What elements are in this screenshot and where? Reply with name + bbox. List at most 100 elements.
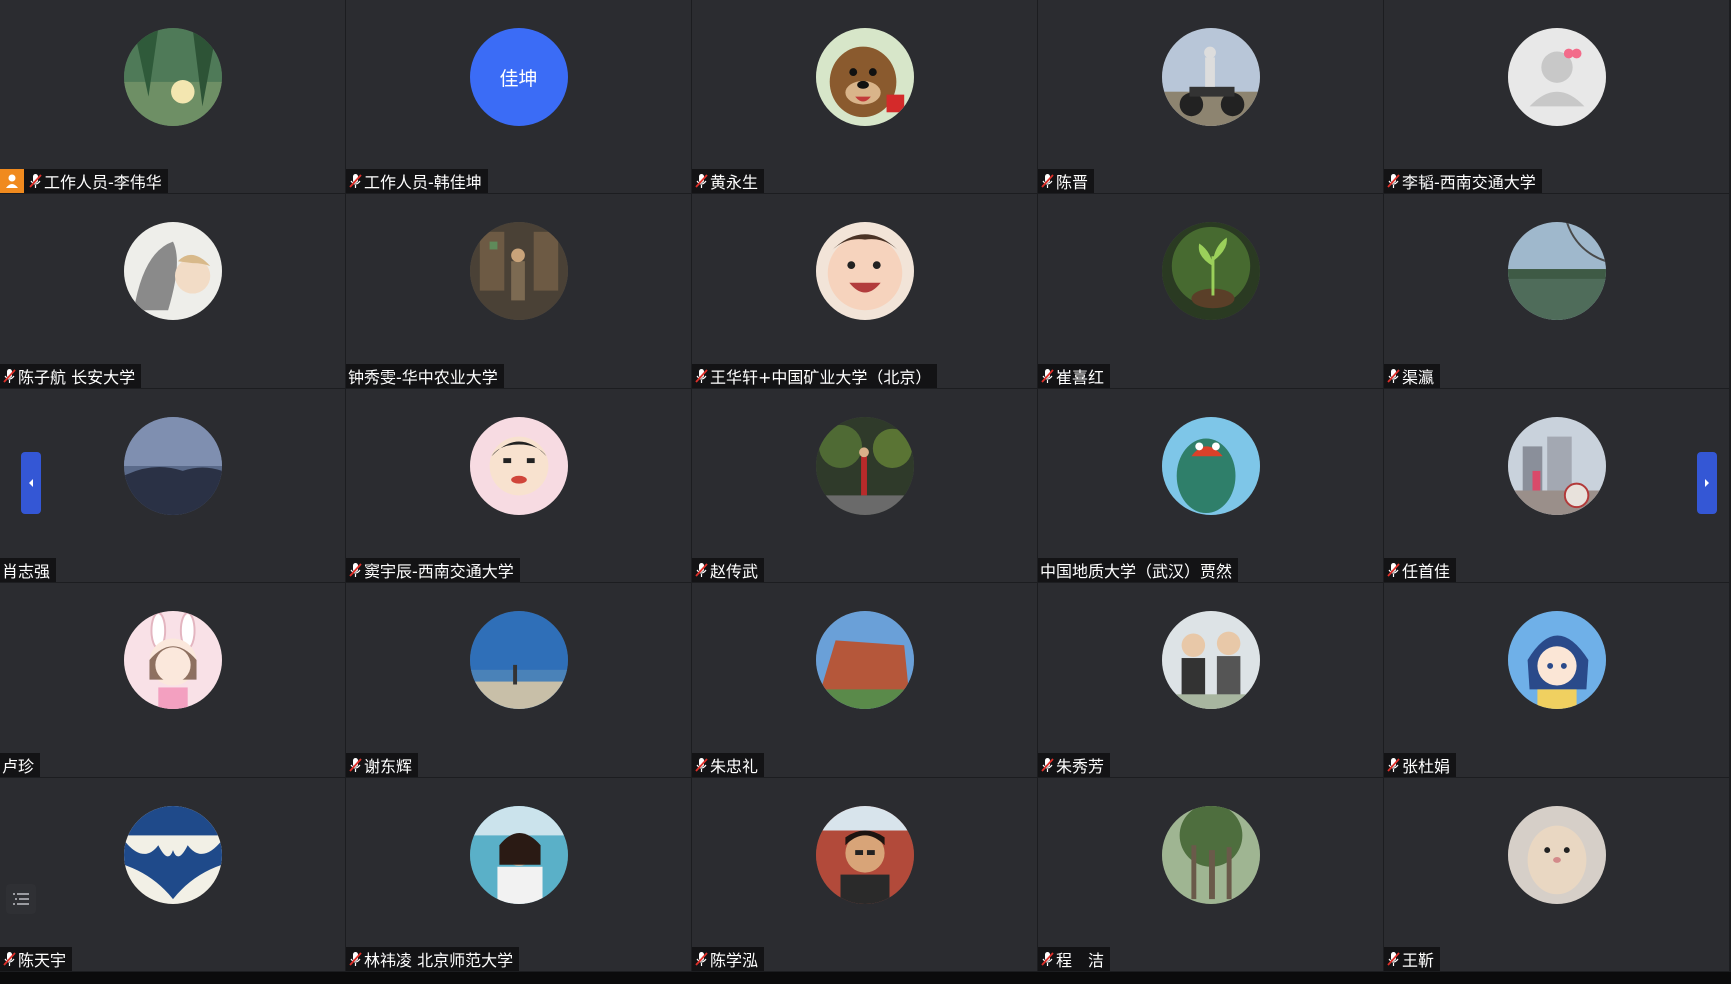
avatar: [1161, 28, 1260, 126]
avatar: [1507, 28, 1606, 126]
participant-tile[interactable]: 朱秀芳: [1038, 583, 1384, 778]
participant-tile[interactable]: 程 洁: [1038, 777, 1384, 972]
participant-name-label: 林祎凌 北京师范大学: [346, 946, 520, 971]
avatar: [1161, 416, 1260, 515]
participant-name-label: 王华轩+中国矿业大学（北京）: [692, 363, 938, 388]
participant-tile[interactable]: 赵传武: [692, 388, 1038, 584]
participant-name: 赵传武: [710, 562, 759, 582]
microphone-muted-icon: [1041, 368, 1054, 383]
participant-name-label: 朱忠礼: [692, 752, 765, 777]
participant-name-label: 王靳: [1384, 946, 1441, 971]
participant-tile[interactable]: 窦宇辰-西南交通大学: [346, 388, 692, 584]
avatar: 佳坤: [469, 28, 568, 126]
avatar: [1161, 222, 1260, 321]
participant-name-label: 任首佳: [1384, 558, 1457, 583]
microphone-muted-icon: [1041, 757, 1054, 772]
participant-name-label: 窦宇辰-西南交通大学: [346, 558, 520, 583]
participant-name: 张杜娟: [1402, 756, 1451, 776]
avatar: [815, 222, 914, 321]
participant-name-label: 肖志强: [0, 558, 57, 583]
participant-name-label: 陈子航 长安大学: [0, 363, 142, 388]
participant-name: 王靳: [1402, 950, 1435, 970]
participant-tile[interactable]: 陈天宇: [0, 777, 346, 972]
microphone-muted-icon: [695, 951, 708, 966]
participant-tile[interactable]: 崔喜红: [1038, 194, 1384, 389]
participant-name-label: 李韬-西南交通大学: [1384, 169, 1542, 194]
avatar: [469, 222, 568, 321]
participant-name: 陈晋: [1056, 173, 1089, 193]
participant-tile[interactable]: 渠瀛: [1384, 194, 1730, 389]
participant-list-button[interactable]: [6, 884, 36, 914]
participant-name: 工作人员-韩佳坤: [364, 173, 482, 193]
participant-name: 工作人员-李伟华: [44, 173, 162, 193]
participant-tile[interactable]: 黄永生: [692, 0, 1038, 195]
participant-tile[interactable]: 谢东辉: [346, 583, 692, 778]
avatar: [469, 805, 568, 904]
participant-name-label: 渠瀛: [1384, 363, 1441, 388]
participant-name-label: 张杜娟: [1384, 752, 1457, 777]
avatar: [1507, 805, 1606, 904]
participant-name: 朱秀芳: [1056, 756, 1105, 776]
microphone-muted-icon: [1387, 757, 1400, 772]
participant-name: 窦宇辰-西南交通大学: [364, 562, 514, 582]
participant-tile[interactable]: 林祎凌 北京师范大学: [346, 777, 692, 972]
host-user-icon: [0, 169, 24, 194]
previous-page-button[interactable]: [21, 452, 41, 514]
participant-tile[interactable]: 张杜娟: [1384, 583, 1730, 778]
participant-name-label: 谢东辉: [346, 752, 419, 777]
participant-name-label: 赵传武: [692, 558, 765, 583]
video-conference-gallery: 工作人员-李伟华 佳坤 工作人员-韩佳坤 黄永生 陈晋 李韬-西南交通大学 陈子航 长安大学…: [0, 0, 1731, 984]
microphone-muted-icon: [1387, 368, 1400, 383]
participant-tile[interactable]: 朱忠礼: [692, 583, 1038, 778]
microphone-muted-icon: [1387, 174, 1400, 189]
participant-name: 李韬-西南交通大学: [1402, 173, 1536, 193]
participant-tile[interactable]: 卢珍: [0, 583, 346, 778]
avatar: [1507, 222, 1606, 321]
participant-name-label: 卢珍: [0, 752, 41, 777]
participant-tile[interactable]: 李韬-西南交通大学: [1384, 0, 1730, 195]
participant-name: 卢珍: [2, 756, 35, 776]
avatar: [123, 805, 222, 904]
microphone-muted-icon: [3, 951, 16, 966]
next-page-button[interactable]: [1697, 452, 1717, 514]
participant-tile[interactable]: 王华轩+中国矿业大学（北京）: [692, 194, 1038, 389]
participant-tile[interactable]: 佳坤工作人员-韩佳坤: [346, 0, 692, 195]
participant-tile[interactable]: 中国地质大学（武汉）贾然: [1038, 388, 1384, 584]
list-icon: [13, 893, 29, 905]
microphone-muted-icon: [349, 174, 362, 189]
microphone-muted-icon: [695, 563, 708, 578]
participant-name: 陈天宇: [18, 950, 67, 970]
participant-tile[interactable]: 王靳: [1384, 777, 1730, 972]
chevron-right-icon: [1705, 479, 1709, 487]
avatar: [815, 805, 914, 904]
participant-name: 中国地质大学（武汉）贾然: [1040, 562, 1233, 582]
participant-tile[interactable]: 肖志强: [0, 388, 346, 584]
microphone-muted-icon: [1387, 563, 1400, 578]
participant-name-label: 黄永生: [692, 169, 765, 194]
microphone-muted-icon: [3, 368, 16, 383]
microphone-muted-icon: [29, 174, 42, 189]
microphone-muted-icon: [349, 563, 362, 578]
microphone-muted-icon: [695, 174, 708, 189]
participant-name: 任首佳: [1402, 562, 1451, 582]
participant-name: 钟秀雯-华中农业大学: [348, 367, 498, 387]
microphone-muted-icon: [349, 757, 362, 772]
participant-tile[interactable]: 陈晋: [1038, 0, 1384, 195]
avatar: [1507, 611, 1606, 710]
avatar: [123, 611, 222, 710]
participant-name: 程 洁: [1056, 950, 1105, 970]
participant-name-label: 钟秀雯-华中农业大学: [346, 363, 504, 388]
microphone-muted-icon: [1387, 951, 1400, 966]
avatar: [123, 416, 222, 515]
participant-tile[interactable]: 工作人员-李伟华: [0, 0, 346, 195]
participant-tile[interactable]: 任首佳: [1384, 388, 1730, 584]
microphone-muted-icon: [349, 951, 362, 966]
microphone-muted-icon: [695, 757, 708, 772]
participant-name-label: 崔喜红: [1038, 363, 1111, 388]
participant-tile[interactable]: 陈子航 长安大学: [0, 194, 346, 389]
participant-name-label: 程 洁: [1038, 946, 1111, 971]
avatar: [815, 611, 914, 710]
participant-name-label: 陈晋: [1038, 169, 1095, 194]
participant-tile[interactable]: 陈学泓: [692, 777, 1038, 972]
participant-tile[interactable]: 钟秀雯-华中农业大学: [346, 194, 692, 389]
